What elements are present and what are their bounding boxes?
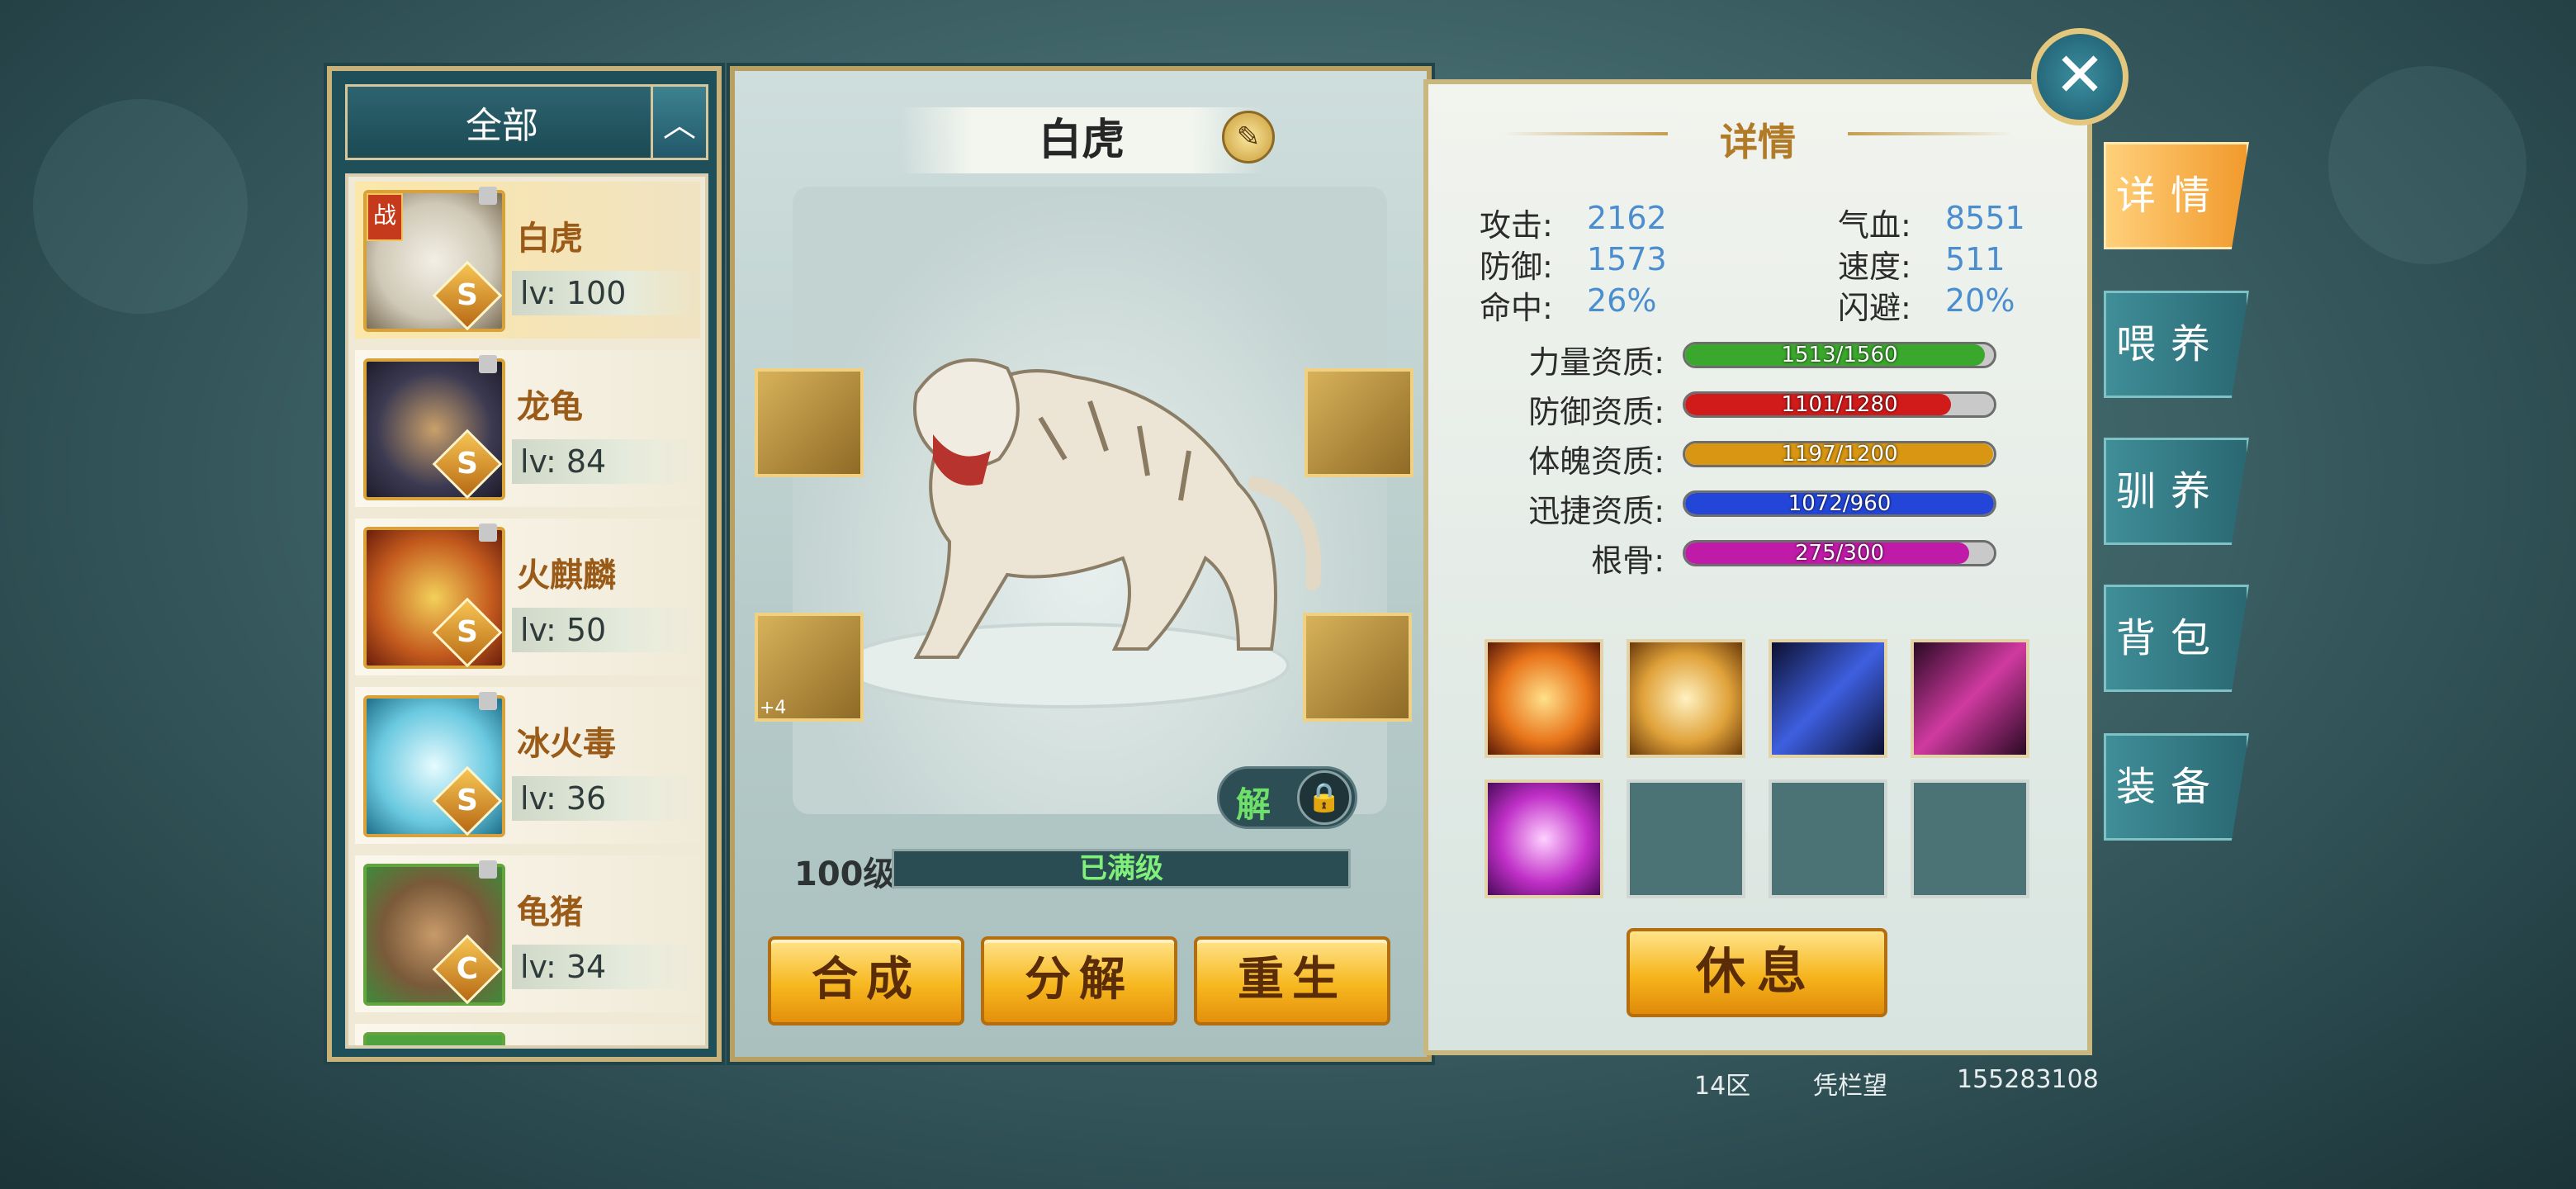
pet-list-item-partial[interactable] (355, 1024, 700, 1045)
empty-skill-slot[interactable] (1627, 779, 1745, 898)
golden-lion-skill-icon[interactable] (1627, 639, 1745, 758)
lock-icon (479, 187, 497, 205)
level-label: 100级 (794, 855, 897, 893)
lock-icon (479, 860, 497, 879)
pet-level: lv: 34 (512, 945, 700, 989)
pet-model-stage[interactable] (793, 187, 1387, 814)
battle-tag: 战 (367, 193, 403, 241)
pet-display-panel: 白虎 ✎ +4 解 🔒 100级 已满级 合成 分解 重生 (730, 66, 1432, 1062)
unlock-toggle[interactable]: 解 🔒 (1217, 766, 1357, 829)
pet-name: 白虎 (517, 220, 583, 258)
pet-title: 白虎 (900, 107, 1263, 173)
detail-title: 详情 (1720, 120, 1796, 164)
player-id: 155283108 (1957, 1065, 2099, 1094)
bar-text: 1197/1200 (1781, 442, 1898, 467)
player-name: 凭栏望 (1813, 1072, 1887, 1101)
tab-equipment[interactable]: 装备 (2104, 733, 2249, 841)
fire-phoenix-skill-icon[interactable] (1485, 639, 1603, 758)
bar-text: 1101/1280 (1781, 392, 1898, 417)
chevron-up-icon[interactable]: ︿ (651, 87, 706, 158)
accessory-slot[interactable] (1303, 613, 1412, 722)
lock-icon (479, 355, 497, 373)
compose-button[interactable]: 合成 (768, 936, 964, 1026)
defense-aptitude-bar: 1101/1280 (1683, 391, 1996, 418)
weapon-staff-slot[interactable] (755, 368, 864, 477)
armor-slot[interactable] (1305, 368, 1413, 477)
pet-name: 火麒麟 (517, 557, 616, 594)
amulet-slot[interactable]: +4 (755, 613, 864, 722)
background-glow (2328, 66, 2526, 264)
tab-backpack[interactable]: 背包 (2104, 585, 2249, 692)
root-bone-bar: 275/300 (1683, 540, 1996, 566)
hit-value: 26% (1587, 282, 1657, 319)
empty-skill-slot[interactable] (1769, 779, 1887, 898)
bar-text: 1513/1560 (1781, 343, 1898, 367)
pet-name: 冰火毒 (517, 725, 616, 763)
physique-aptitude-bar: 1197/1200 (1683, 441, 1996, 467)
pet-list-item[interactable]: S 火麒麟 lv: 50 (355, 519, 700, 675)
root-bone-label: 根骨: (1591, 542, 1664, 579)
pet-level: lv: 36 (512, 776, 700, 821)
pet-list-item[interactable]: S 龙龟 lv: 84 (355, 350, 700, 507)
tab-details[interactable]: 详情 (2104, 142, 2249, 249)
pet-list-item[interactable]: S 冰火毒 lv: 36 (355, 687, 700, 844)
blue-claw-skill-icon[interactable] (1769, 639, 1887, 758)
pet-portrait (363, 1032, 505, 1045)
dodge-label: 闪避: (1838, 290, 1911, 326)
background-glow (33, 99, 248, 314)
agility-aptitude-bar: 1072/960 (1683, 490, 1996, 517)
tab-tame[interactable]: 驯养 (2104, 438, 2249, 545)
rebirth-button[interactable]: 重生 (1194, 936, 1390, 1026)
lock-icon (479, 692, 497, 710)
physique-aptitude-label: 体魄资质: (1528, 443, 1664, 480)
speed-label: 速度: (1838, 249, 1911, 285)
edit-name-button[interactable]: ✎ (1222, 111, 1275, 163)
pet-list-item[interactable]: C 龟猪 lv: 34 (355, 855, 700, 1012)
pet-name: 龙龟 (517, 388, 583, 426)
server-label: 14区 (1694, 1072, 1751, 1101)
close-icon: ✕ (2053, 40, 2105, 111)
detail-panel: 详情 攻击: 2162 防御: 1573 命中: 26% 气血: 8551 速度… (1423, 79, 2092, 1055)
pink-claw-skill-icon[interactable] (1911, 639, 2029, 758)
strength-aptitude-label: 力量资质: (1528, 344, 1664, 381)
pet-level: lv: 100 (512, 271, 700, 315)
speed-value: 511 (1945, 241, 2005, 277)
pet-list[interactable]: 战 S 白虎 lv: 100 S 龙龟 lv: 84 S 火麒麟 lv: 50 … (345, 173, 708, 1049)
defense-value: 1573 (1587, 241, 1667, 277)
white-tiger-model (841, 358, 1322, 708)
level-progress-bar: 已满级 (892, 849, 1351, 888)
close-button[interactable]: ✕ (2031, 28, 2129, 126)
bar-text: 1072/960 (1788, 491, 1892, 516)
defense-label: 防御: (1480, 249, 1553, 285)
filter-dropdown[interactable]: 全部 ︿ (345, 84, 708, 160)
empty-skill-slot[interactable] (1911, 779, 2029, 898)
lock-icon (479, 523, 497, 542)
defense-aptitude-label: 防御资质: (1528, 394, 1664, 430)
pet-list-panel: 全部 ︿ 战 S 白虎 lv: 100 S 龙龟 lv: 84 S 火麒麟 lv… (327, 66, 722, 1062)
pet-list-item[interactable]: 战 S 白虎 lv: 100 (355, 182, 700, 339)
attack-label: 攻击: (1480, 207, 1553, 244)
pet-level: lv: 84 (512, 439, 700, 484)
enhance-level: +4 (760, 698, 787, 718)
agility-aptitude-label: 迅捷资质: (1528, 493, 1664, 529)
decompose-button[interactable]: 分解 (981, 936, 1177, 1026)
hit-label: 命中: (1480, 290, 1553, 326)
pencil-icon: ✎ (1236, 121, 1261, 154)
tab-feed[interactable]: 喂养 (2104, 291, 2249, 398)
bar-text: 275/300 (1794, 541, 1884, 566)
level-status: 已满级 (1079, 852, 1163, 885)
dodge-value: 20% (1945, 282, 2015, 319)
pet-level: lv: 50 (512, 608, 700, 652)
strength-aptitude-bar: 1513/1560 (1683, 342, 1996, 368)
lock-icon: 🔒 (1297, 770, 1352, 825)
rest-button[interactable]: 休息 (1627, 928, 1887, 1017)
hp-value: 8551 (1945, 200, 2025, 236)
unlock-label: 解 (1236, 784, 1271, 825)
purple-lightning-skill-icon[interactable] (1485, 779, 1603, 898)
filter-label: 全部 (466, 105, 538, 147)
hp-label: 气血: (1838, 207, 1911, 244)
attack-value: 2162 (1587, 200, 1667, 236)
pet-name: 龟猪 (517, 893, 583, 931)
